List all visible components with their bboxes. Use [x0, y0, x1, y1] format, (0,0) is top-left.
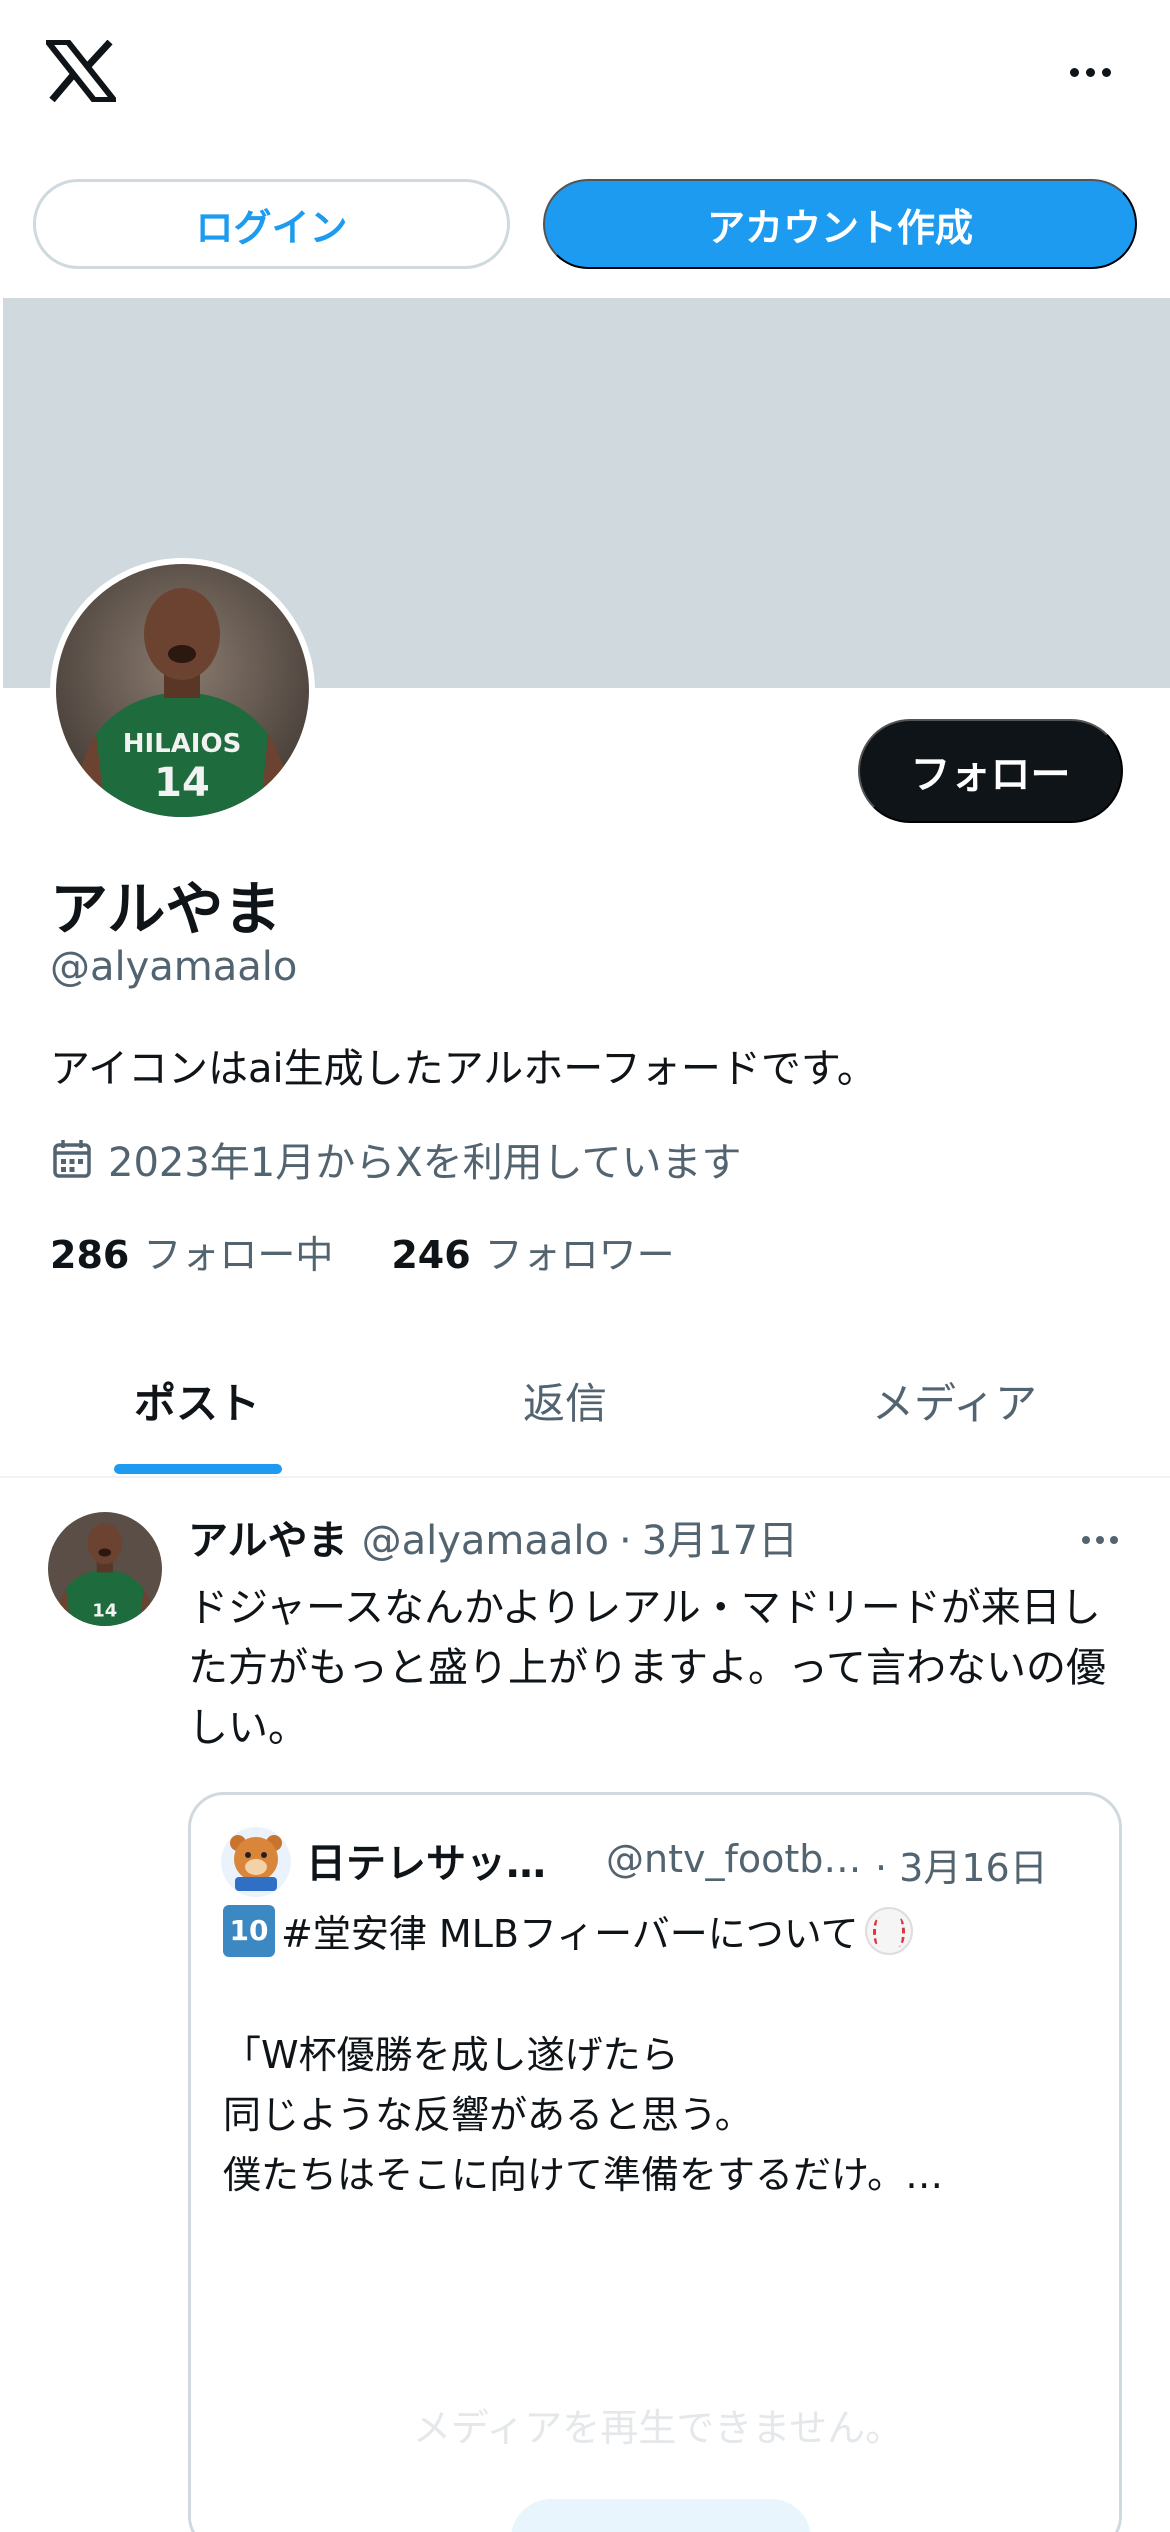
profile-display-name: アルやま [50, 875, 282, 943]
more-horizontal-icon[interactable] [1060, 52, 1120, 92]
post-separator: · [619, 1518, 632, 1564]
quoted-author-handle: @ntv_footb… [606, 1837, 862, 1881]
quoted-post-card[interactable]: 日テレサッ… @ntv_footb… · 3月16日 10 #堂安律 MLBフィ… [188, 1792, 1122, 2532]
media-unavailable-message: メディアを再生できません。 [412, 2406, 904, 2450]
quoted-author-name: 日テレサッ… [306, 1841, 546, 1887]
quoted-line1-text: #堂安律 MLBフィーバーについて [281, 1912, 859, 1956]
followers-label[interactable]: フォロワー [485, 1224, 675, 1279]
media-action-button[interactable] [511, 2499, 811, 2532]
quoted-line3: 同じような反響があると思う。 [223, 2093, 753, 2137]
followers-count[interactable]: 246 [391, 1233, 470, 1277]
signup-button[interactable]: アカウント作成 [543, 179, 1137, 269]
post-author-name[interactable]: アルやま [188, 1508, 348, 1566]
profile-bio: アイコンはai生成したアルホーフォードです。 [50, 1046, 877, 1092]
bear-mascot-icon [221, 1827, 291, 1897]
quoted-first-line: 10 #堂安律 MLBフィーバーについて [223, 1903, 913, 1958]
quoted-date: · 3月16日 [875, 1846, 1048, 1890]
baseball-icon [864, 1906, 913, 1955]
quoted-body: 「W杯優勝を成し遂げたら 同じような反響があると思う。 僕たちはそこに向けて準備… [223, 2025, 943, 2205]
post-text: ドジャースなんかよりレアル・マドリードが来日した方がもっと盛り上がりますよ。って… [188, 1585, 1106, 1751]
tab-replies[interactable]: 返信 [523, 1370, 607, 1431]
profile-tabs: ポスト 返信 メディア [0, 1330, 1170, 1478]
tab-posts[interactable]: ポスト [134, 1370, 260, 1431]
active-tab-indicator [114, 1464, 282, 1474]
svg-text:14: 14 [92, 1601, 117, 1622]
quoted-line2: 「W杯優勝を成し遂げたら [223, 2033, 679, 2077]
x-logo-icon[interactable] [46, 40, 116, 102]
profile-handle: @alyamaalo [50, 944, 298, 990]
following-label[interactable]: フォロー中 [143, 1224, 333, 1279]
quoted-author-avatar [221, 1827, 291, 1897]
svg-text:HILAIOS: HILAIOS [123, 729, 242, 759]
profile-avatar[interactable]: HILAIOS 14 [50, 558, 315, 823]
avatar-image: HILAIOS 14 [56, 564, 309, 817]
post-more-icon[interactable] [1070, 1528, 1130, 1552]
follow-stats: 286 フォロー中 246 フォロワー [50, 1224, 675, 1279]
post-header: アルやま @alyamaalo · 3月17日 [188, 1508, 798, 1566]
post-avatar-image: 14 [48, 1512, 162, 1626]
calendar-icon [53, 1140, 91, 1178]
svg-text:14: 14 [154, 760, 210, 806]
following-count[interactable]: 286 [50, 1233, 129, 1277]
joined-date-row: 2023年1月からXを利用しています [50, 1130, 741, 1188]
tab-media[interactable]: メディア [872, 1370, 1037, 1431]
post-author-avatar[interactable]: 14 [48, 1512, 162, 1626]
joined-date-text: 2023年1月からXを利用しています [108, 1140, 742, 1186]
post-date[interactable]: 3月17日 [642, 1508, 798, 1566]
top-bar [0, 0, 1170, 150]
quoted-media-area: メディアを再生できません。 [191, 2247, 1119, 2532]
follow-button[interactable]: フォロー [858, 719, 1123, 823]
login-button[interactable]: ログイン [33, 179, 510, 269]
quoted-line4: 僕たちはそこに向けて準備をするだけ。… [223, 2153, 944, 2197]
keycap-ten-icon: 10 [223, 1904, 275, 1957]
post-author-handle[interactable]: @alyamaalo [362, 1518, 609, 1564]
